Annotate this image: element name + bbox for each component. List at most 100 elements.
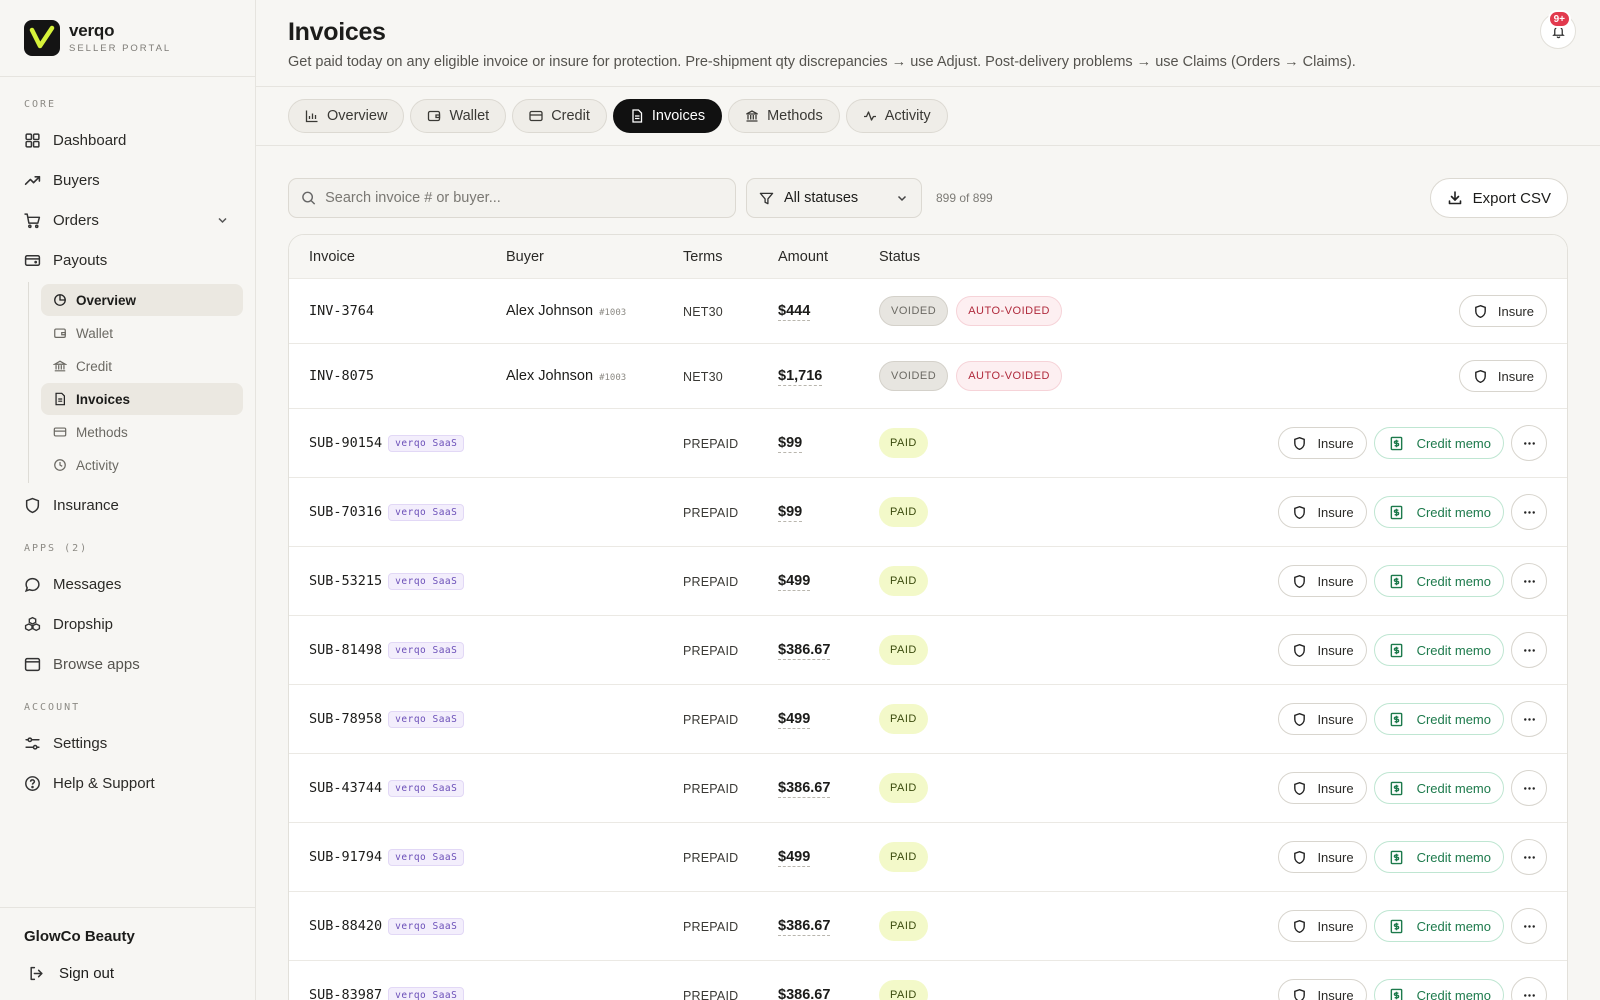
insure-button[interactable]: Insure [1278, 979, 1367, 1000]
amount-value[interactable]: $386.67 [778, 987, 830, 1000]
more-actions-button[interactable] [1511, 977, 1547, 1000]
tab-overview[interactable]: Overview [288, 99, 405, 133]
insure-button[interactable]: Insure [1458, 295, 1547, 327]
column-header-amount[interactable]: Amount [778, 249, 879, 265]
sidebar-item-payouts[interactable]: Payouts [0, 240, 255, 280]
sidebar-item-browse-apps[interactable]: Browse apps [0, 644, 255, 684]
sidebar-subitem-activity[interactable]: Activity [41, 449, 243, 481]
insure-button[interactable]: Insure [1278, 703, 1367, 735]
brand[interactable]: verqo SELLER PORTAL [0, 0, 255, 77]
column-header-invoice[interactable]: Invoice [289, 249, 506, 265]
column-header-buyer[interactable]: Buyer [506, 249, 683, 265]
sidebar-item-messages[interactable]: Messages [0, 564, 255, 604]
amount-value[interactable]: $499 [778, 849, 811, 867]
table-row[interactable]: SUB-90154 verqo SaaS PREPAID $99 PAID Insure C… [289, 409, 1567, 478]
table-row[interactable]: SUB-70316 verqo SaaS PREPAID $99 PAID Insure C… [289, 478, 1567, 547]
more-actions-button[interactable] [1511, 563, 1547, 599]
more-actions-button[interactable] [1511, 425, 1547, 461]
amount-value[interactable]: $386.67 [778, 918, 831, 936]
amount-value[interactable]: $99 [778, 435, 803, 453]
sidebar-subitem-wallet[interactable]: Wallet [41, 317, 243, 349]
sidebar-item-buyers[interactable]: Buyers [0, 160, 255, 200]
invoice-id[interactable]: SUB-78958 verqo SaaS [309, 710, 506, 728]
insure-button[interactable]: Insure [1278, 772, 1367, 804]
notifications-button[interactable]: 9+ [1540, 10, 1576, 49]
invoice-id[interactable]: SUB-70316 verqo SaaS [309, 503, 506, 521]
more-actions-button[interactable] [1511, 632, 1547, 668]
sidebar-item-help[interactable]: Help & Support [0, 763, 255, 803]
sidebar-item-orders[interactable]: Orders [0, 200, 255, 240]
credit-memo-button[interactable]: Credit memo [1373, 634, 1504, 666]
credit-memo-button[interactable]: Credit memo [1373, 979, 1504, 1000]
amount-value[interactable]: $499 [778, 711, 811, 729]
insure-button[interactable]: Insure [1278, 634, 1367, 666]
invoice-id[interactable]: SUB-91794 verqo SaaS [309, 848, 506, 866]
amount-value[interactable]: $499 [778, 573, 811, 591]
sidebar-subitem-overview[interactable]: Overview [41, 284, 243, 316]
table-row[interactable]: SUB-43744 verqo SaaS PREPAID $386.67 PAID Ins… [289, 754, 1567, 823]
insure-button[interactable]: Insure [1458, 360, 1547, 392]
credit-memo-button[interactable]: Credit memo [1373, 841, 1504, 873]
invoice-id[interactable]: SUB-83987 verqo SaaS [309, 986, 506, 1000]
amount-value[interactable]: $444 [778, 303, 811, 321]
table-row[interactable]: SUB-53215 verqo SaaS PREPAID $499 PAID Insure… [289, 547, 1567, 616]
table-row[interactable]: SUB-91794 verqo SaaS PREPAID $499 PAID Insure… [289, 823, 1567, 892]
more-actions-button[interactable] [1511, 494, 1547, 530]
tab-invoices[interactable]: Invoices [612, 99, 723, 133]
sidebar-item-insurance[interactable]: Insurance [0, 485, 255, 525]
more-actions-button[interactable] [1511, 701, 1547, 737]
insure-button[interactable]: Insure [1278, 427, 1367, 459]
sidebar-item-dropship[interactable]: Dropship [0, 604, 255, 644]
table-row[interactable]: SUB-88420 verqo SaaS PREPAID $386.67 PAID Ins… [289, 892, 1567, 961]
sidebar-subitem-methods[interactable]: Methods [41, 416, 243, 448]
credit-memo-button[interactable]: Credit memo [1373, 565, 1504, 597]
amount-value[interactable]: $1,716 [778, 368, 823, 386]
amount-value[interactable]: $386.67 [778, 780, 831, 798]
invoice-id[interactable]: SUB-53215 verqo SaaS [309, 572, 506, 590]
status-filter-select[interactable]: All statuses [746, 178, 922, 218]
insure-button[interactable]: Insure [1278, 910, 1367, 942]
export-csv-button[interactable]: Export CSV [1429, 178, 1568, 218]
more-actions-button[interactable] [1511, 908, 1547, 944]
amount-value[interactable]: $99 [778, 504, 803, 522]
insure-button[interactable]: Insure [1278, 496, 1367, 528]
invoice-id[interactable]: INV-8075 [309, 368, 506, 384]
credit-memo-button[interactable]: Credit memo [1373, 910, 1504, 942]
terms-value: NET30 [683, 305, 723, 319]
more-actions-button[interactable] [1511, 770, 1547, 806]
table-row[interactable]: INV-3764 Alex Johnson #1003 NET30 $444 VOIDED… [289, 279, 1567, 344]
column-header-status[interactable]: Status [879, 249, 1567, 265]
sidebar-item-dashboard[interactable]: Dashboard [0, 120, 255, 160]
search-input[interactable] [325, 190, 723, 206]
table-row[interactable]: SUB-81498 verqo SaaS PREPAID $386.67 PAID Ins… [289, 616, 1567, 685]
sidebar-subitem-invoices[interactable]: Invoices [41, 383, 243, 415]
table-row[interactable]: SUB-83987 verqo SaaS PREPAID $386.67 PAID Ins… [289, 961, 1567, 1000]
chevron-down-icon[interactable] [214, 213, 231, 227]
credit-memo-button[interactable]: Credit memo [1373, 496, 1504, 528]
table-row[interactable]: SUB-78958 verqo SaaS PREPAID $499 PAID Insure… [289, 685, 1567, 754]
insure-button[interactable]: Insure [1278, 841, 1367, 873]
buyer-cell[interactable]: Alex Johnson #1003 [506, 368, 683, 384]
sign-out-button[interactable]: Sign out [24, 965, 231, 982]
credit-memo-button[interactable]: Credit memo [1373, 427, 1504, 459]
tab-wallet[interactable]: Wallet [410, 99, 507, 133]
more-actions-button[interactable] [1511, 839, 1547, 875]
table-row[interactable]: INV-8075 Alex Johnson #1003 NET30 $1,716 VOID… [289, 344, 1567, 409]
search-box[interactable] [288, 178, 736, 218]
credit-memo-button[interactable]: Credit memo [1373, 772, 1504, 804]
tab-activity[interactable]: Activity [845, 99, 948, 133]
insure-button[interactable]: Insure [1278, 565, 1367, 597]
sidebar-subitem-credit[interactable]: Credit [41, 350, 243, 382]
amount-value[interactable]: $386.67 [778, 642, 831, 660]
tab-methods[interactable]: Methods [728, 99, 840, 133]
invoice-id[interactable]: INV-3764 [309, 303, 506, 319]
sidebar-item-settings[interactable]: Settings [0, 723, 255, 763]
credit-memo-button[interactable]: Credit memo [1373, 703, 1504, 735]
invoice-id[interactable]: SUB-90154 verqo SaaS [309, 434, 506, 452]
invoice-id[interactable]: SUB-88420 verqo SaaS [309, 917, 506, 935]
tab-credit[interactable]: Credit [512, 99, 607, 133]
column-header-terms[interactable]: Terms [683, 249, 778, 265]
invoice-id[interactable]: SUB-81498 verqo SaaS [309, 641, 506, 659]
invoice-id[interactable]: SUB-43744 verqo SaaS [309, 779, 506, 797]
buyer-cell[interactable]: Alex Johnson #1003 [506, 303, 683, 319]
